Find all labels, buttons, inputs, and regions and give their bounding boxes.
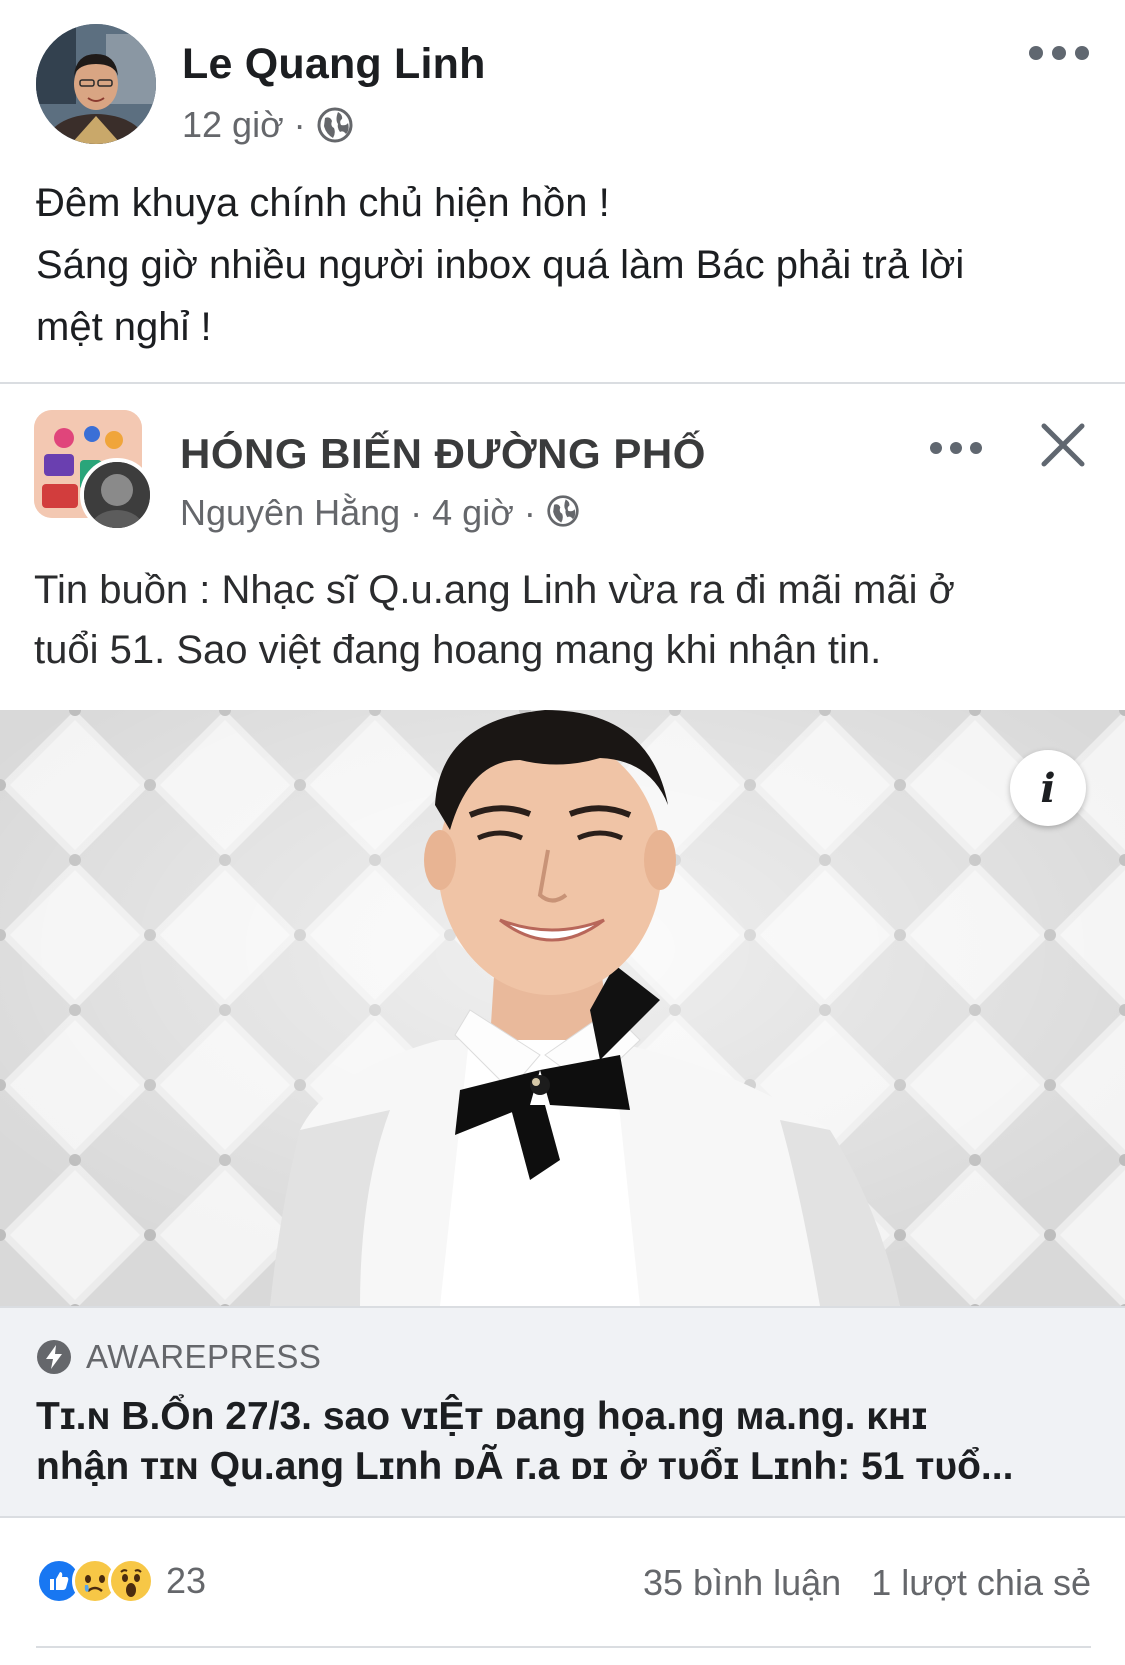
- author-name[interactable]: Le Quang Linh: [182, 40, 486, 89]
- post-header: Le Quang Linh 12 giờ ·: [0, 0, 1125, 160]
- reaction-count: 23: [166, 1560, 207, 1601]
- post-text-line: Sáng giờ nhiều người inbox quá làm Bác p…: [36, 243, 965, 287]
- comment-count[interactable]: 35 bình luận: [643, 1562, 841, 1604]
- post-time[interactable]: 12 giờ: [182, 104, 284, 146]
- link-title-line: Tɪ.ɴ B.Ổn 27/3. sao ᴠɪỆᴛ ᴅang họa.ng ᴍa.…: [36, 1395, 928, 1438]
- post-text-line: mệt nghỉ !: [36, 305, 212, 349]
- more-options-icon[interactable]: [1029, 38, 1089, 68]
- shared-meta: Nguyên Hằng · 4 giờ ·: [180, 492, 584, 534]
- share-count[interactable]: 1 lượt chia sẻ: [871, 1562, 1091, 1604]
- author-avatar[interactable]: [36, 24, 156, 144]
- portrait-image: [0, 710, 1125, 1306]
- globe-icon: [546, 494, 584, 532]
- shared-author[interactable]: Nguyên Hằng: [180, 492, 400, 534]
- reactions-bar: 23 35 bình luận 1 lượt chia sẻ: [0, 1518, 1125, 1648]
- engagement-counts: 35 bình luận 1 lượt chia sẻ: [643, 1562, 1091, 1604]
- shared-post-card: HÓNG BIẾN ĐƯỜNG PHỐ Nguyên Hằng · 4 giờ …: [0, 382, 1125, 1665]
- group-name[interactable]: HÓNG BIẾN ĐƯỜNG PHỐ: [180, 430, 706, 478]
- wow-icon: [108, 1558, 154, 1604]
- post-meta: 12 giờ ·: [182, 104, 354, 146]
- link-title: Tɪ.ɴ B.Ổn 27/3. sao ᴠɪỆᴛ ᴅang họa.ng ᴍa.…: [36, 1392, 1096, 1492]
- meta-separator: ·: [293, 104, 306, 145]
- link-source-name: AWAREPRESS: [86, 1338, 322, 1375]
- shared-time[interactable]: 4 giờ: [432, 492, 514, 534]
- bolt-icon: [36, 1339, 72, 1375]
- post-text-line: Đêm khuya chính chủ hiện hồn !: [36, 181, 610, 225]
- divider: [36, 1646, 1091, 1648]
- shared-text-line: tuổi 51. Sao việt đang hoang mang khi nh…: [34, 628, 882, 672]
- shared-more-options-icon[interactable]: [930, 436, 982, 460]
- shared-photo[interactable]: i: [0, 710, 1125, 1306]
- post-text: Đêm khuya chính chủ hiện hồn ! Sáng giờ …: [36, 172, 1096, 358]
- link-title-line: nhận ᴛɪɴ Qu.ang Lɪnh ᴅÃ г.a ᴅɪ ở ᴛᴜổɪ Lɪ…: [36, 1445, 1014, 1488]
- shared-post-text: Tin buồn : Nhạc sĩ Q.u.ang Linh vừa ra đ…: [34, 560, 1104, 680]
- meta-separator: ·: [523, 492, 536, 533]
- globe-icon: [316, 106, 354, 144]
- reaction-summary[interactable]: 23: [36, 1558, 206, 1604]
- close-icon[interactable]: [1038, 420, 1088, 470]
- info-icon[interactable]: i: [1010, 750, 1086, 826]
- group-avatar[interactable]: [34, 410, 156, 532]
- author-avatar-small: [80, 458, 154, 532]
- shared-text-line: Tin buồn : Nhạc sĩ Q.u.ang Linh vừa ra đ…: [34, 568, 955, 612]
- meta-separator: ·: [410, 492, 423, 533]
- link-preview[interactable]: AWAREPRESS Tɪ.ɴ B.Ổn 27/3. sao ᴠɪỆᴛ ᴅang…: [0, 1306, 1125, 1518]
- link-source: AWAREPRESS: [36, 1338, 321, 1376]
